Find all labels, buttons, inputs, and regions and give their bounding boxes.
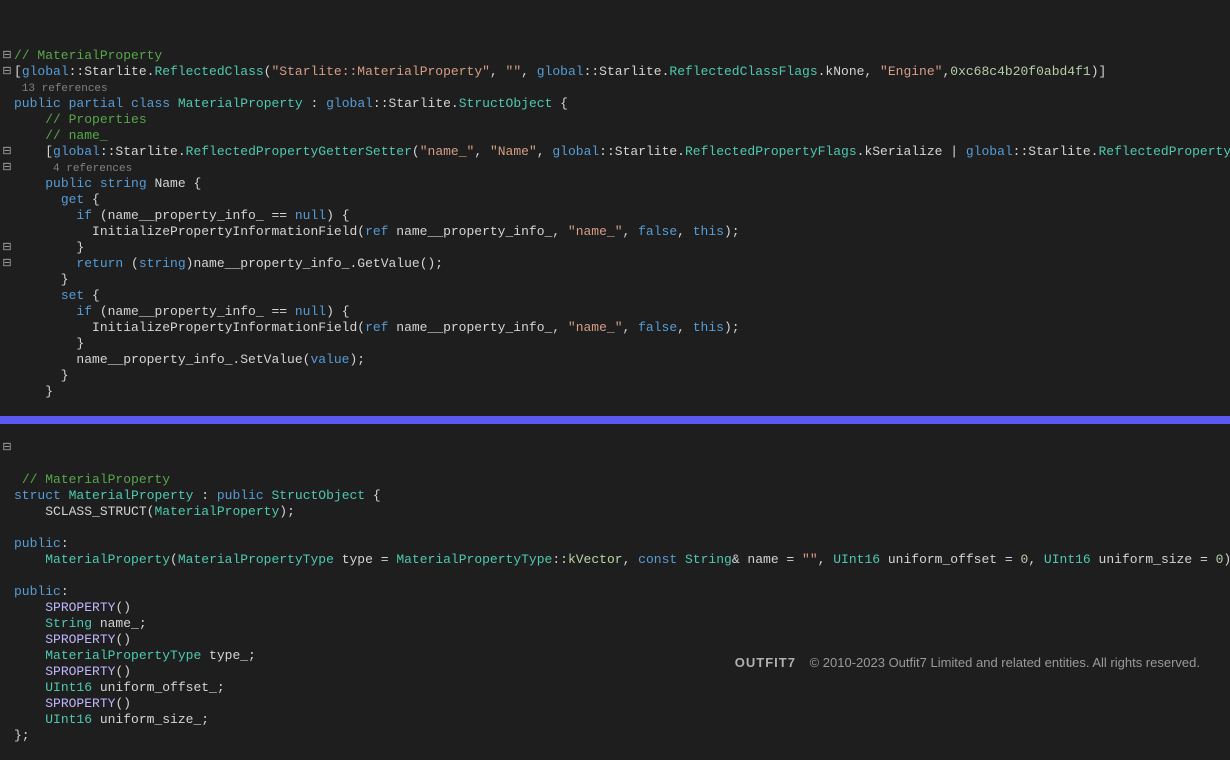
- fold-toggle: [0, 288, 14, 304]
- code-line[interactable]: UInt16 uniform_offset_;: [14, 680, 1230, 696]
- code-line[interactable]: UInt16 uniform_size_;: [14, 712, 1230, 728]
- fold-toggle: [0, 648, 14, 664]
- code-line[interactable]: public string Name {: [14, 176, 1230, 192]
- fold-toggle[interactable]: ⊟: [0, 240, 14, 256]
- fold-toggle: [0, 536, 14, 552]
- top-fold-gutter[interactable]: ⊟⊟⊟⊟⊟⊟: [0, 0, 14, 352]
- fold-toggle: [0, 112, 14, 128]
- fold-toggle: [0, 616, 14, 632]
- code-line[interactable]: }: [14, 272, 1230, 288]
- fold-toggle: [0, 600, 14, 616]
- code-line[interactable]: SPROPERTY(): [14, 600, 1230, 616]
- fold-toggle[interactable]: ⊟: [0, 440, 14, 456]
- code-line[interactable]: public:: [14, 584, 1230, 600]
- code-line[interactable]: [14, 568, 1230, 584]
- brand-logo: OUTFIT7: [735, 655, 796, 670]
- footer: OUTFIT7 © 2010-2023 Outfit7 Limited and …: [735, 655, 1200, 671]
- fold-toggle: [0, 320, 14, 336]
- top-code-area[interactable]: // MaterialProperty[global::Starlite.Ref…: [0, 48, 1230, 400]
- code-line[interactable]: InitializePropertyInformationField(ref n…: [14, 320, 1230, 336]
- code-line[interactable]: SCLASS_STRUCT(MaterialProperty);: [14, 504, 1230, 520]
- fold-toggle: [0, 552, 14, 568]
- fold-toggle: [0, 456, 14, 472]
- bottom-fold-gutter[interactable]: ⊟: [0, 424, 14, 696]
- split-divider[interactable]: [0, 416, 1230, 424]
- fold-toggle: [0, 632, 14, 648]
- fold-toggle: [0, 224, 14, 240]
- code-line[interactable]: 13 references: [14, 80, 1230, 96]
- fold-toggle[interactable]: ⊟: [0, 64, 14, 80]
- code-line[interactable]: }: [14, 368, 1230, 384]
- fold-toggle: [0, 520, 14, 536]
- fold-toggle[interactable]: ⊟: [0, 144, 14, 160]
- code-line[interactable]: name__property_info_.SetValue(value);: [14, 352, 1230, 368]
- code-line[interactable]: 4 references: [14, 160, 1230, 176]
- fold-toggle: [0, 80, 14, 96]
- code-line[interactable]: [global::Starlite.ReflectedClass("Starli…: [14, 64, 1230, 80]
- code-line[interactable]: SPROPERTY(): [14, 632, 1230, 648]
- bottom-code-pane[interactable]: ⊟ // MaterialPropertystruct MaterialProp…: [0, 424, 1230, 760]
- fold-toggle: [0, 176, 14, 192]
- fold-toggle[interactable]: ⊟: [0, 48, 14, 64]
- fold-toggle: [0, 680, 14, 696]
- code-line[interactable]: get {: [14, 192, 1230, 208]
- code-line[interactable]: // name_: [14, 128, 1230, 144]
- fold-toggle: [0, 0, 14, 16]
- code-line[interactable]: [14, 520, 1230, 536]
- fold-toggle: [0, 272, 14, 288]
- fold-toggle: [0, 472, 14, 488]
- code-line[interactable]: set {: [14, 288, 1230, 304]
- fold-toggle: [0, 488, 14, 504]
- fold-toggle: [0, 568, 14, 584]
- fold-toggle: [0, 32, 14, 48]
- code-line[interactable]: InitializePropertyInformationField(ref n…: [14, 224, 1230, 240]
- fold-toggle: [0, 208, 14, 224]
- code-line[interactable]: struct MaterialProperty : public StructO…: [14, 488, 1230, 504]
- code-line[interactable]: // MaterialProperty: [14, 48, 1230, 64]
- code-line[interactable]: }: [14, 336, 1230, 352]
- code-line[interactable]: }: [14, 384, 1230, 400]
- code-line[interactable]: String name_;: [14, 616, 1230, 632]
- fold-toggle[interactable]: ⊟: [0, 256, 14, 272]
- code-line[interactable]: public:: [14, 536, 1230, 552]
- code-line[interactable]: }: [14, 240, 1230, 256]
- fold-toggle: [0, 504, 14, 520]
- fold-toggle: [0, 584, 14, 600]
- fold-toggle: [0, 96, 14, 112]
- fold-toggle: [0, 128, 14, 144]
- code-line[interactable]: SPROPERTY(): [14, 696, 1230, 712]
- fold-toggle: [0, 424, 14, 440]
- fold-toggle: [0, 16, 14, 32]
- bottom-code-area[interactable]: // MaterialPropertystruct MaterialProper…: [0, 472, 1230, 744]
- code-line[interactable]: };: [14, 728, 1230, 744]
- fold-toggle: [0, 192, 14, 208]
- fold-toggle: [0, 304, 14, 320]
- copyright-text: © 2010-2023 Outfit7 Limited and related …: [810, 655, 1200, 670]
- fold-toggle: [0, 664, 14, 680]
- fold-toggle: [0, 336, 14, 352]
- code-line[interactable]: if (name__property_info_ == null) {: [14, 208, 1230, 224]
- top-code-pane[interactable]: ⊟⊟⊟⊟⊟⊟ // MaterialProperty[global::Starl…: [0, 0, 1230, 416]
- code-line[interactable]: [global::Starlite.ReflectedPropertyGette…: [14, 144, 1230, 160]
- code-line[interactable]: return (string)name__property_info_.GetV…: [14, 256, 1230, 272]
- code-line[interactable]: public partial class MaterialProperty : …: [14, 96, 1230, 112]
- code-line[interactable]: if (name__property_info_ == null) {: [14, 304, 1230, 320]
- code-line[interactable]: // MaterialProperty: [14, 472, 1230, 488]
- code-line[interactable]: MaterialProperty(MaterialPropertyType ty…: [14, 552, 1230, 568]
- fold-toggle[interactable]: ⊟: [0, 160, 14, 176]
- code-line[interactable]: // Properties: [14, 112, 1230, 128]
